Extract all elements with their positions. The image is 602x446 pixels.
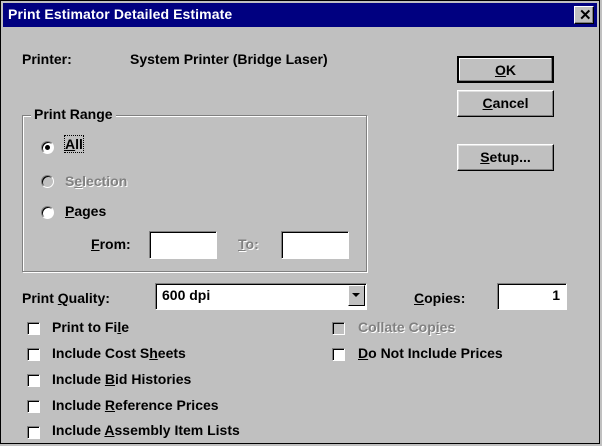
radio-all[interactable] (41, 141, 54, 154)
chevron-down-icon (352, 293, 360, 297)
printer-name: System Printer (Bridge Laser) (130, 51, 328, 67)
checkbox-include-bid-histories[interactable] (27, 374, 40, 387)
close-button[interactable]: ✕ (574, 6, 594, 24)
do-not-include-prices-label[interactable]: Do Not Include Prices (358, 345, 503, 361)
print-quality-label: Print Quality: (22, 290, 110, 306)
cancel-label-post: ancel (492, 95, 529, 111)
checkbox-print-to-file[interactable] (27, 322, 40, 335)
print-quality-select[interactable]: 600 dpi (155, 283, 367, 310)
radio-selection[interactable] (41, 175, 54, 188)
to-input[interactable] (281, 231, 349, 259)
setup-button[interactable]: Setup... (457, 144, 554, 171)
checkbox-collate-copies[interactable] (332, 322, 345, 335)
checkbox-do-not-include-prices[interactable] (332, 348, 345, 361)
from-label: From: (91, 236, 131, 252)
radio-pages[interactable] (41, 206, 54, 219)
checkbox-include-cost-sheets[interactable] (27, 348, 40, 361)
setup-label-post: etup... (489, 149, 531, 165)
collate-copies-label: Collate Copies (358, 319, 456, 335)
radio-dot (45, 145, 50, 150)
radio-pages-label[interactable]: Pages (65, 203, 106, 219)
include-bid-histories-label[interactable]: Include Bid Histories (52, 371, 191, 387)
print-to-file-label[interactable]: Print to File (52, 319, 129, 335)
ok-label-post: K (505, 62, 516, 78)
print-range-label: Print Range (31, 106, 116, 122)
window-title: Print Estimator Detailed Estimate (8, 6, 233, 22)
cancel-button[interactable]: Cancel (457, 90, 554, 117)
print-dialog: Print Estimator Detailed Estimate ✕ Prin… (0, 0, 600, 444)
dropdown-arrow-button[interactable] (348, 285, 365, 306)
print-quality-value: 600 dpi (162, 287, 211, 303)
include-cost-sheets-label[interactable]: Include Cost Sheets (52, 345, 186, 361)
copies-label: Copies: (414, 290, 466, 306)
radio-all-label[interactable]: All (64, 135, 84, 153)
copies-value: 1 (552, 287, 560, 303)
radio-selection-label: Selection (65, 173, 128, 189)
title-bar[interactable]: Print Estimator Detailed Estimate ✕ (3, 3, 597, 27)
cancel-label-mnemonic: C (482, 95, 493, 111)
include-assembly-item-lists-label[interactable]: Include Assembly Item Lists (52, 422, 240, 438)
include-reference-prices-label[interactable]: Include Reference Prices (52, 397, 219, 413)
ok-button[interactable]: OK (457, 56, 554, 83)
printer-label: Printer: (22, 51, 72, 67)
close-icon: ✕ (579, 7, 592, 24)
to-label: To: (238, 236, 259, 252)
copies-input[interactable]: 1 (497, 283, 567, 310)
setup-label-mnemonic: S (480, 149, 490, 165)
checkbox-include-reference-prices[interactable] (27, 400, 40, 413)
ok-label-mnemonic: O (494, 62, 506, 78)
checkbox-include-assembly-item-lists[interactable] (27, 426, 40, 439)
from-input[interactable] (149, 231, 217, 259)
